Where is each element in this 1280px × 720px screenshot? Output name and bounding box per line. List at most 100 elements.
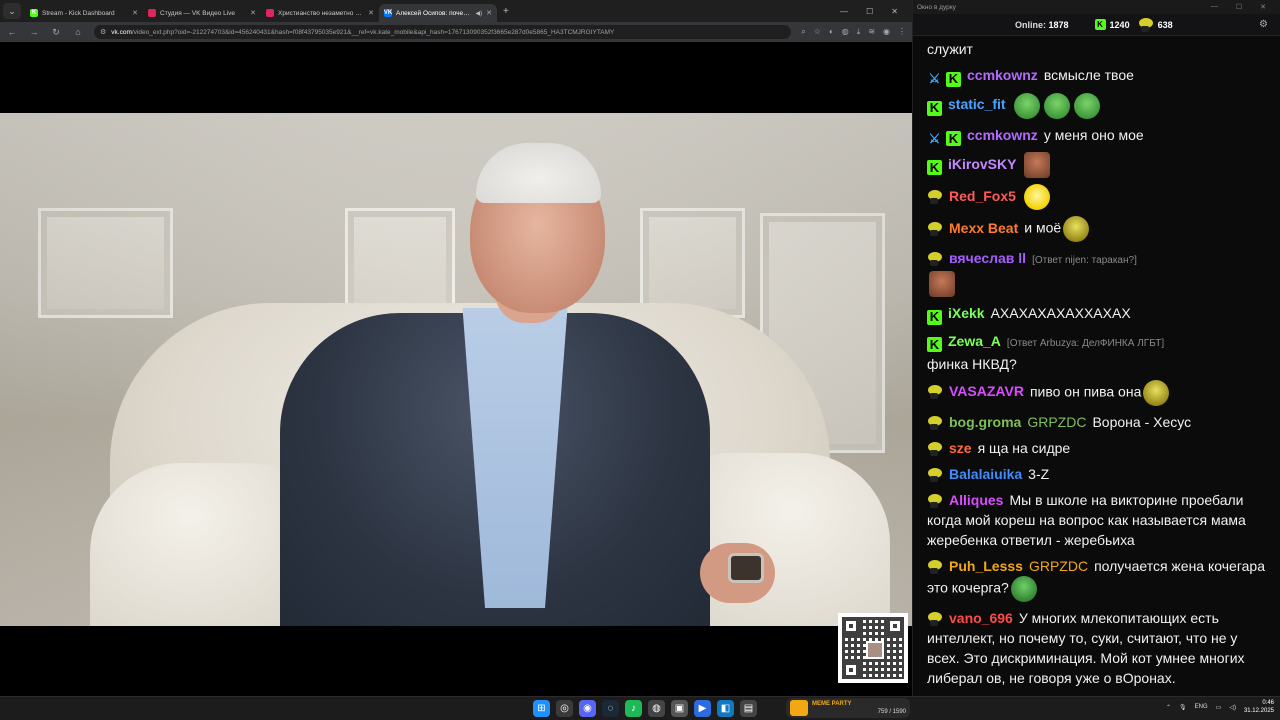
emote-face-icon bbox=[1024, 152, 1051, 178]
language-indicator[interactable]: ENG bbox=[1195, 704, 1208, 710]
chat-message[interactable]: Kstatic_fit bbox=[927, 90, 1267, 122]
maximize-button[interactable]: ☐ bbox=[866, 7, 873, 16]
chat-message[interactable]: sze я ща на сидре bbox=[927, 435, 1267, 461]
reload-button[interactable]: ↻ bbox=[50, 27, 62, 38]
chat-message[interactable]: vano_696 У многих млекопитающих есть инте… bbox=[927, 605, 1267, 691]
chat-badges bbox=[927, 221, 943, 236]
chat-badges: K bbox=[927, 160, 942, 176]
chat-reply-reference[interactable]: [Ответ nijen: таракан?] bbox=[1032, 255, 1137, 266]
chat-message[interactable]: ⚔ Kccmkownz всмысле твое bbox=[927, 62, 1267, 90]
browser-tab[interactable]: Студия — VK Видео Live ✕ bbox=[143, 4, 261, 22]
home-button[interactable]: ⌂ bbox=[72, 27, 84, 37]
start-button[interactable]: ⊞ bbox=[533, 700, 550, 717]
kick-platform-icon: K bbox=[927, 160, 942, 176]
steam-icon[interactable]: ◌ bbox=[602, 700, 619, 717]
chat-message[interactable]: KiKirovSKY bbox=[927, 149, 1267, 181]
chat-message-list[interactable]: служит ⚔ Kccmkownz всмысле твое Kstatic_fit ⚔… bbox=[913, 36, 1280, 696]
meme-party-widget[interactable]: МЕМЕ PARTY 759 / 1590 bbox=[786, 698, 910, 718]
chat-message[interactable]: Mexx Beat и моё bbox=[927, 213, 1267, 245]
back-button[interactable]: ← bbox=[6, 27, 18, 37]
media-player-icon[interactable]: ▶ bbox=[694, 700, 711, 717]
chat-username[interactable]: Alliques bbox=[949, 492, 1003, 508]
tray-chevron-icon[interactable]: ⌃ bbox=[1166, 704, 1171, 711]
chat-message[interactable]: Alliques Мы в школе на викторине проебали… bbox=[927, 487, 1267, 553]
minimize-button[interactable]: — bbox=[840, 7, 848, 16]
profile-icon[interactable]: ◉ bbox=[883, 27, 890, 37]
chat-username[interactable]: ccmkownz bbox=[967, 67, 1038, 83]
close-window-button[interactable]: ✕ bbox=[891, 7, 898, 16]
video-player[interactable] bbox=[0, 42, 912, 696]
chat-message[interactable]: K Zewa_A [Ответ Arbuzya: ДелФИНКА ЛГБТ] фин… bbox=[927, 328, 1267, 377]
bookmark-star-icon[interactable]: ☆ bbox=[814, 27, 821, 37]
browser-tab[interactable]: VKАлексей Осипов: почему Б...◀)✕ bbox=[379, 4, 497, 22]
chat-window-controls: — ☐ ✕ bbox=[1211, 3, 1276, 11]
chat-message[interactable]: VASAZAVR пиво он пива она bbox=[927, 377, 1267, 409]
chat-username[interactable]: iXekk bbox=[948, 305, 985, 321]
obs-icon[interactable]: ◍ bbox=[648, 700, 665, 717]
tab-close-button[interactable]: ✕ bbox=[486, 9, 492, 17]
chat-username[interactable]: sze bbox=[949, 440, 972, 456]
settings-gear-icon[interactable]: ⚙ bbox=[1259, 19, 1268, 30]
forward-button[interactable]: → bbox=[28, 27, 40, 37]
chat-username[interactable]: Puh_Lesss bbox=[949, 558, 1023, 574]
discord-icon[interactable]: ◉ bbox=[579, 700, 596, 717]
chat-message[interactable]: Puh_Lesss GRPZDC получается жена кочегара … bbox=[927, 553, 1267, 605]
tab-search-button[interactable]: ⌄ bbox=[3, 3, 21, 19]
extension-2-icon[interactable]: ◍ bbox=[842, 27, 849, 37]
widget-title: МЕМЕ PARTY bbox=[812, 700, 852, 707]
chat-username[interactable]: Mexx Beat bbox=[949, 220, 1018, 236]
chat-reply-reference[interactable]: [Ответ Arbuzya: ДелФИНКА ЛГБТ] bbox=[1007, 338, 1164, 349]
chat-message[interactable]: KiXekk АХАХАХАХАХХАХАХ bbox=[927, 300, 1267, 328]
chat-message[interactable]: служит bbox=[927, 36, 1267, 62]
explorer-icon[interactable]: ▤ bbox=[740, 700, 757, 717]
vscode-icon[interactable]: ◧ bbox=[717, 700, 734, 717]
chat-username[interactable]: ccmkownz bbox=[967, 127, 1038, 143]
emote-face-icon bbox=[929, 271, 955, 297]
chat-message[interactable]: вячеслав ll [Ответ nijen: таракан?] bbox=[927, 245, 1267, 300]
spotify-icon[interactable]: ♪ bbox=[625, 700, 642, 717]
tab-close-button[interactable]: ✕ bbox=[368, 9, 374, 17]
microphone-icon[interactable]: 🎙 bbox=[1179, 704, 1187, 711]
clock[interactable]: 0:46 31.12.2025 bbox=[1244, 699, 1274, 715]
video-frame[interactable] bbox=[0, 113, 912, 626]
zoom-icon[interactable]: ⌕ bbox=[801, 27, 805, 37]
chat-username[interactable]: Zewa_A bbox=[948, 333, 1001, 349]
chat-minimize-button[interactable]: — bbox=[1211, 3, 1218, 11]
network-icon[interactable]: ▭ bbox=[1216, 704, 1222, 711]
kick-logo-icon: K bbox=[1094, 19, 1106, 30]
tab-close-button[interactable]: ✕ bbox=[132, 9, 138, 17]
browser-tab[interactable]: Христианство незаметно уход...✕ bbox=[261, 4, 379, 22]
chat-username[interactable]: VASAZAVR bbox=[949, 383, 1024, 399]
chrome-icon[interactable]: ◎ bbox=[556, 700, 573, 717]
cast-icon[interactable]: ≋ bbox=[868, 27, 875, 37]
chat-close-button[interactable]: ✕ bbox=[1260, 3, 1266, 11]
chat-username[interactable]: Balalaiuika bbox=[949, 466, 1022, 482]
app-icon[interactable]: ▣ bbox=[671, 700, 688, 717]
chat-username[interactable]: Red_Fox5 bbox=[949, 188, 1016, 204]
online-count: 1878 bbox=[1048, 19, 1069, 30]
chat-badges bbox=[927, 441, 943, 456]
chat-message[interactable]: ⚔ Kccmkownz у меня оно мое bbox=[927, 122, 1267, 150]
chat-message[interactable]: Red_Fox5 bbox=[927, 181, 1267, 213]
kick-count: 1240 bbox=[1109, 19, 1130, 30]
chat-username[interactable]: iKirovSKY bbox=[948, 156, 1016, 172]
new-tab-button[interactable]: + bbox=[503, 6, 509, 17]
chat-username[interactable]: вячеслав ll bbox=[949, 250, 1026, 266]
menu-dots-icon[interactable]: ⋮ bbox=[898, 27, 906, 37]
chat-username[interactable]: static_fit bbox=[948, 96, 1006, 112]
chat-message[interactable]: bog.groma GRPZDC Ворона - Хесус bbox=[927, 409, 1267, 435]
tab-close-button[interactable]: ✕ bbox=[250, 9, 256, 17]
download-icon[interactable]: ⤓ bbox=[857, 27, 861, 37]
chat-maximize-button[interactable]: ☐ bbox=[1236, 3, 1242, 11]
address-bar[interactable]: ⚙ vk.com/video_ext.php?oid=-212274703&id… bbox=[94, 25, 792, 39]
site-info-icon[interactable]: ⚙ bbox=[100, 28, 106, 36]
extension-icon[interactable]: ◐ bbox=[829, 27, 834, 37]
taskbar: ⊞ ◎ ◉ ◌ ♪ ◍ ▣ ▶ ◧ ▤ МЕМЕ PARTY 759 / 159… bbox=[0, 696, 1280, 720]
chat-username[interactable]: vano_696 bbox=[949, 610, 1013, 626]
tab-audio-icon[interactable]: ◀) bbox=[476, 10, 483, 17]
browser-tab[interactable]: K Stream - Kick Dashboard ✕ bbox=[25, 4, 143, 22]
vk-platform-pepe-icon bbox=[927, 493, 943, 508]
chat-username[interactable]: bog.groma bbox=[949, 414, 1021, 430]
chat-message[interactable]: Balalaiuika 3-Z bbox=[927, 461, 1267, 487]
volume-icon[interactable]: ◁) bbox=[1229, 704, 1236, 711]
